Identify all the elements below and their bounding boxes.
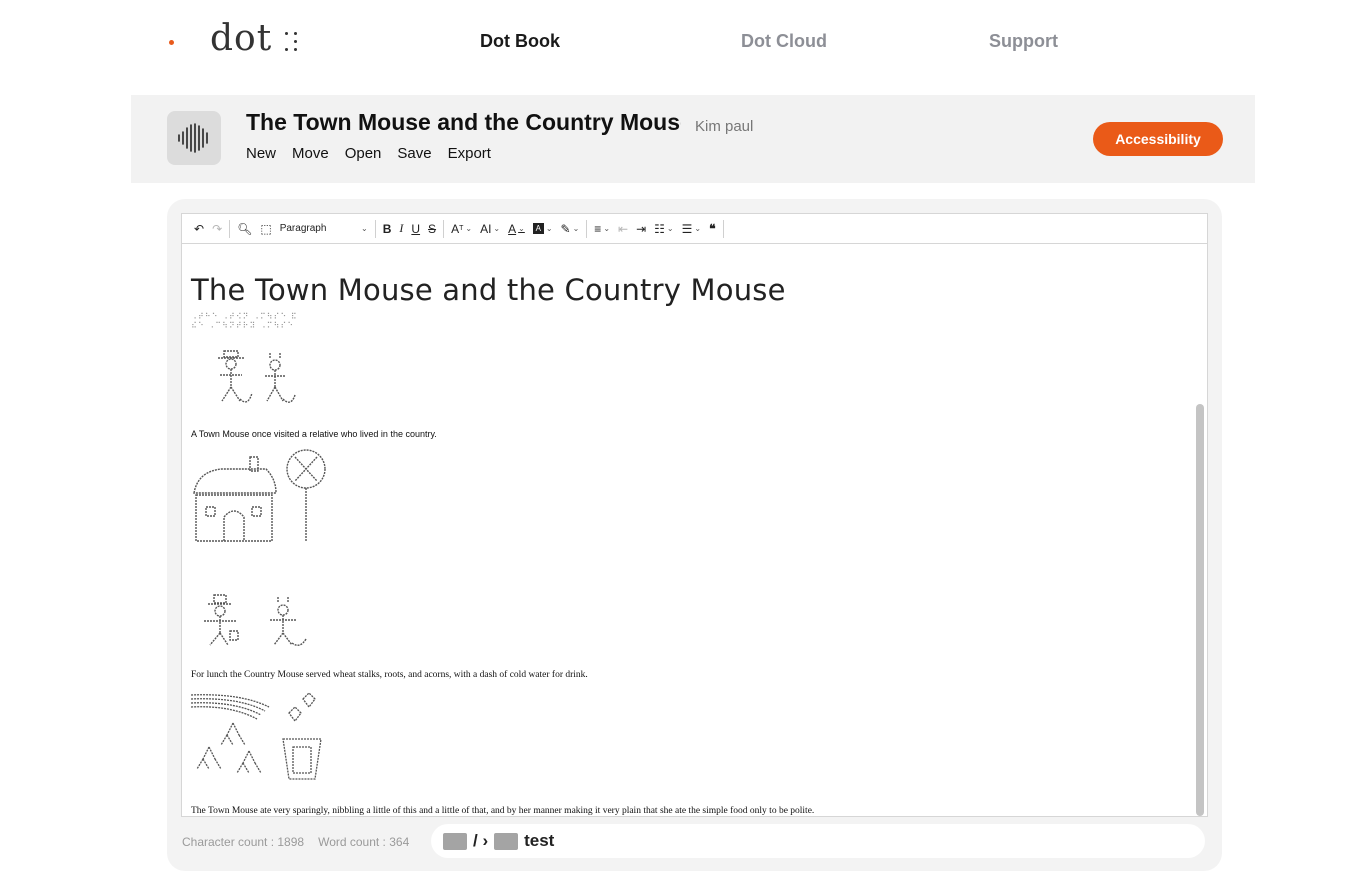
path-separator: / › xyxy=(473,831,489,850)
paragraph-select[interactable]: Paragraph ⌄ xyxy=(276,218,372,240)
editor-content[interactable]: The Town Mouse and the Country Mouse ⠠⠞⠓… xyxy=(182,245,1198,816)
word-count: Word count : 364 xyxy=(318,835,410,849)
paragraph-2: For lunch the Country Mouse served wheat… xyxy=(191,670,588,680)
editor-card: ↶ ↷ 🔍︎ ⬚ Paragraph ⌄ B I U S A T ⌄ AI ⌄ A ⌄ … xyxy=(167,199,1222,871)
document-sound-icon xyxy=(167,111,221,165)
numbered-list-icon[interactable]: ☰ ⌄ xyxy=(678,218,705,240)
menu-open[interactable]: Open xyxy=(345,145,382,162)
document-title[interactable]: The Town Mouse and the Country Mouse xyxy=(246,109,681,136)
font-size-icon[interactable]: A T ⌄ xyxy=(447,218,476,240)
brand-dot xyxy=(169,40,174,45)
logo[interactable]: dot xyxy=(210,18,272,59)
editor-scrollbar[interactable] xyxy=(1196,404,1204,816)
menu-export[interactable]: Export xyxy=(448,145,491,162)
toolbar-divider xyxy=(374,219,376,238)
paragraph-select-value: Paragraph xyxy=(279,223,327,234)
document-author: Kim paul xyxy=(695,118,754,135)
editor-toolbar: ↶ ↷ 🔍︎ ⬚ Paragraph ⌄ B I U S A T ⌄ AI ⌄ A ⌄ … xyxy=(182,214,1207,244)
mice-with-bucket-illustration xyxy=(204,594,307,646)
document-header: The Town Mouse and the Country Mouse Kim… xyxy=(131,95,1255,183)
font-color-icon[interactable]: A ⌄ xyxy=(504,218,529,240)
undo-icon[interactable]: ↶ xyxy=(190,218,208,240)
accessibility-button[interactable]: Accessibility xyxy=(1093,122,1223,156)
strikethrough-icon[interactable]: S xyxy=(424,218,440,240)
find-icon[interactable]: 🔍︎ xyxy=(233,218,256,240)
toolbar-divider xyxy=(586,219,588,238)
toolbar-divider xyxy=(443,219,445,238)
braille-line: ⠮⠑ ⠠⠉⠳⠝⠞⠗⠽ ⠠⠍⠳⠎⠑ xyxy=(191,321,295,330)
editor-status: Character count : 1898 Word count : 364 xyxy=(182,835,409,849)
blockquote-icon[interactable]: ❝ xyxy=(705,218,719,240)
content-heading: The Town Mouse and the Country Mouse xyxy=(191,273,786,307)
nav-dot-cloud[interactable]: Dot Cloud xyxy=(741,31,827,52)
folder-icon xyxy=(494,832,519,850)
select-all-icon[interactable]: ⬚ xyxy=(256,218,275,240)
align-icon[interactable]: ≡ ⌄ xyxy=(590,218,614,240)
paragraph-3: The Town Mouse ate very sparingly, nibbl… xyxy=(191,806,815,816)
toolbar-divider xyxy=(229,219,231,238)
folder-icon xyxy=(443,832,467,850)
font-family-icon[interactable]: AI ⌄ xyxy=(476,218,504,240)
food-illustration xyxy=(191,692,322,780)
redo-icon[interactable]: ↷ xyxy=(208,218,226,240)
house-and-tree-illustration xyxy=(193,449,326,542)
paragraph-1: A Town Mouse once visited a relative who… xyxy=(191,429,437,439)
bulleted-list-icon[interactable]: ☷ ⌄ xyxy=(650,218,677,240)
highlight-icon[interactable]: ✎ ⌄ xyxy=(557,218,584,240)
italic-icon[interactable]: I xyxy=(395,218,407,240)
braille-text: ⠠⠞⠓⠑ ⠠⠞⠪⠝ ⠠⠍⠳⠎⠑ ⠯ ⠮⠑ ⠠⠉⠳⠝⠞⠗⠽ ⠠⠍⠳⠎⠑ xyxy=(191,312,298,330)
indent-icon[interactable]: ⇥ xyxy=(632,218,650,240)
document-menu: New Move Open Save Export xyxy=(246,145,491,162)
logo-dots-icon xyxy=(282,30,300,54)
editor: ↶ ↷ 🔍︎ ⬚ Paragraph ⌄ B I U S A T ⌄ AI ⌄ A ⌄ … xyxy=(181,213,1208,817)
folder-path-bar[interactable]: / › test xyxy=(431,824,1205,858)
menu-save[interactable]: Save xyxy=(397,145,431,162)
outdent-icon[interactable]: ⇤ xyxy=(614,218,632,240)
nav-support[interactable]: Support xyxy=(989,31,1058,52)
nav-dot-book[interactable]: Dot Book xyxy=(480,31,560,52)
folder-name[interactable]: test xyxy=(524,831,554,851)
background-color-icon[interactable]: A ⌄ xyxy=(529,218,557,240)
toolbar-divider xyxy=(722,219,724,238)
top-navigation: dot Dot Book Dot Cloud Support xyxy=(0,0,1348,90)
menu-new[interactable]: New xyxy=(246,145,276,162)
underline-icon[interactable]: U xyxy=(407,218,424,240)
chevron-down-icon: ⌄ xyxy=(361,224,368,233)
braille-line: ⠠⠞⠓⠑ ⠠⠞⠪⠝ ⠠⠍⠳⠎⠑ ⠯ xyxy=(191,312,298,321)
character-count: Character count : 1898 xyxy=(182,835,305,849)
two-mice-illustration xyxy=(218,350,296,403)
menu-move[interactable]: Move xyxy=(292,145,329,162)
bold-icon[interactable]: B xyxy=(379,218,396,240)
